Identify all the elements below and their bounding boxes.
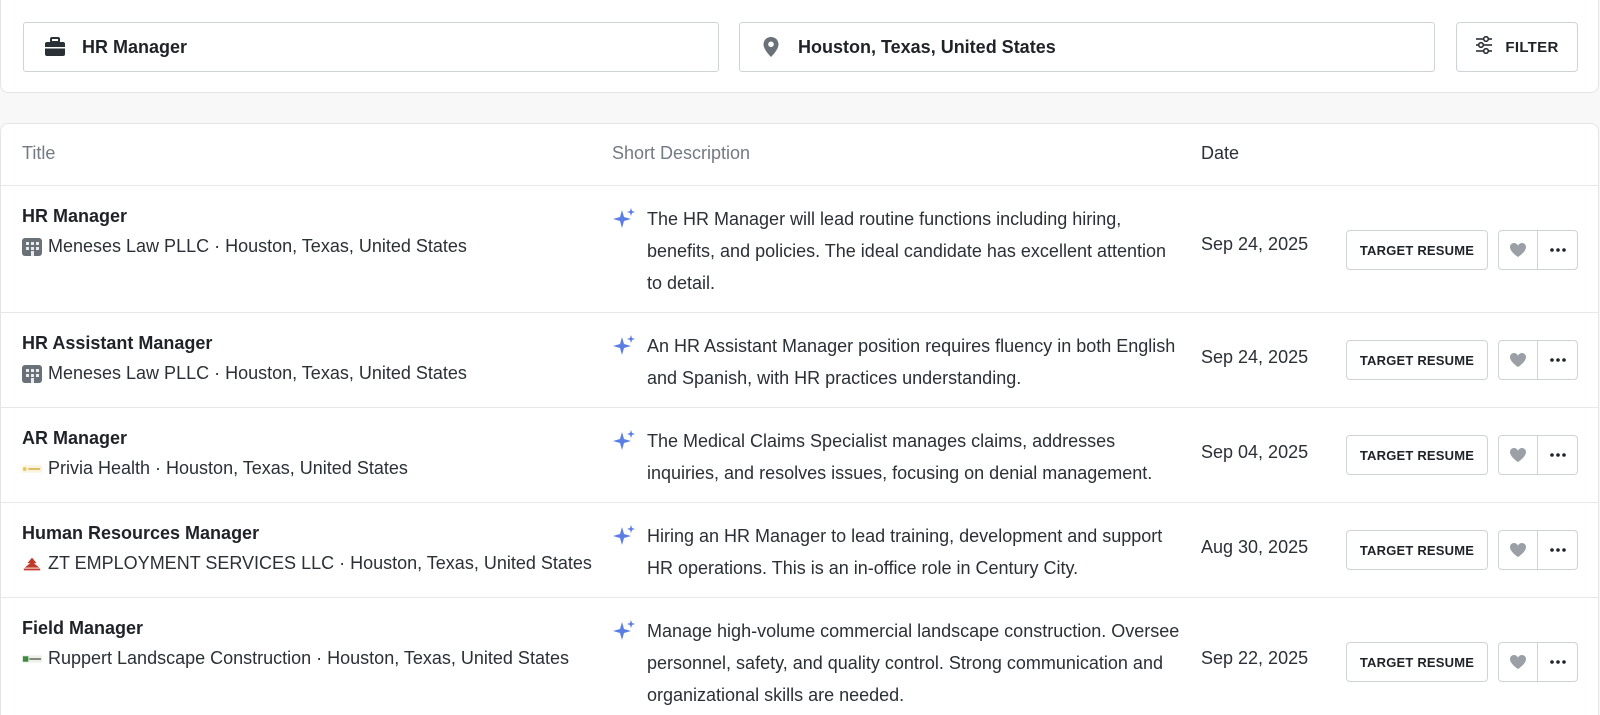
company-location: ZT EMPLOYMENT SERVICES LLC · Houston, Te…	[48, 553, 592, 573]
posted-date: Sep 24, 2025	[1201, 347, 1309, 367]
column-header-description: Short Description	[612, 143, 751, 163]
map-pin-icon	[760, 36, 782, 58]
table-row[interactable]: AR Manager Privia Health · Houston, Texa…	[1, 408, 1598, 503]
sparkle-icon	[612, 524, 636, 548]
target-resume-button[interactable]: TARGET RESUME	[1346, 340, 1488, 380]
table-header: Title Short Description Date	[1, 124, 1598, 186]
location-search-field[interactable]	[739, 22, 1435, 72]
heart-icon[interactable]	[1499, 643, 1539, 681]
target-resume-button[interactable]: TARGET RESUME	[1346, 230, 1488, 270]
job-title[interactable]: Field Manager	[22, 618, 143, 639]
short-description: An HR Assistant Manager position require…	[647, 336, 1176, 388]
sliders-icon	[1475, 35, 1493, 58]
job-title[interactable]: HR Assistant Manager	[22, 333, 212, 354]
row-actions	[1498, 435, 1578, 475]
column-header-title: Title	[22, 143, 56, 163]
company-line: Meneses Law PLLC · Houston, Texas, Unite…	[22, 363, 467, 384]
table-row[interactable]: Human Resources Manager ZT EMPLOYMENT SE…	[1, 503, 1598, 598]
column-header-date: Date	[1201, 143, 1240, 163]
short-description: Hiring an HR Manager to lead training, d…	[647, 526, 1163, 578]
sparkle-icon	[612, 207, 636, 231]
target-resume-button[interactable]: TARGET RESUME	[1346, 530, 1488, 570]
job-title[interactable]: Human Resources Manager	[22, 523, 259, 544]
job-title[interactable]: HR Manager	[22, 206, 127, 227]
sparkle-icon	[612, 334, 636, 358]
short-description: Manage high-volume commercial landscape …	[647, 621, 1180, 705]
posted-date: Sep 22, 2025	[1201, 648, 1309, 668]
posted-date: Aug 30, 2025	[1201, 537, 1309, 557]
privia-logo	[22, 460, 42, 478]
filter-button[interactable]: FILTER	[1456, 22, 1578, 72]
table-row[interactable]: Field Manager Ruppert Landscape Construc…	[1, 598, 1598, 715]
posted-date: Sep 04, 2025	[1201, 442, 1309, 462]
more-options-icon[interactable]	[1538, 531, 1577, 569]
short-description: The Medical Claims Specialist manages cl…	[647, 431, 1153, 483]
row-actions	[1498, 642, 1578, 682]
posted-date: Sep 24, 2025	[1201, 234, 1309, 254]
building-icon	[22, 364, 42, 383]
heart-icon[interactable]	[1499, 231, 1539, 269]
company-location: Meneses Law PLLC · Houston, Texas, Unite…	[48, 363, 467, 383]
heart-icon[interactable]	[1499, 436, 1539, 474]
company-line: Ruppert Landscape Construction · Houston…	[22, 648, 569, 669]
company-location: Meneses Law PLLC · Houston, Texas, Unite…	[48, 236, 467, 256]
more-options-icon[interactable]	[1538, 436, 1577, 474]
briefcase-icon	[44, 36, 66, 58]
more-options-icon[interactable]	[1538, 643, 1577, 681]
row-actions	[1498, 530, 1578, 570]
heart-icon[interactable]	[1499, 531, 1539, 569]
more-options-icon[interactable]	[1538, 231, 1577, 269]
sparkle-icon	[612, 429, 636, 453]
table-row[interactable]: HR Assistant Manager Meneses Law PLLC · …	[1, 313, 1598, 408]
filter-label: FILTER	[1505, 38, 1559, 56]
location-search-input[interactable]	[798, 36, 1398, 58]
company-line: ZT EMPLOYMENT SERVICES LLC · Houston, Te…	[22, 553, 592, 574]
sparkle-icon	[612, 619, 636, 643]
job-search-field[interactable]	[23, 22, 719, 72]
heart-icon[interactable]	[1499, 341, 1539, 379]
zt-logo	[22, 555, 42, 573]
ruppert-logo	[22, 650, 42, 668]
row-actions	[1498, 340, 1578, 380]
company-line: Privia Health · Houston, Texas, United S…	[22, 458, 408, 479]
row-actions	[1498, 230, 1578, 270]
target-resume-button[interactable]: TARGET RESUME	[1346, 435, 1488, 475]
search-panel: FILTER	[0, 0, 1599, 93]
company-line: Meneses Law PLLC · Houston, Texas, Unite…	[22, 236, 467, 257]
target-resume-button[interactable]: TARGET RESUME	[1346, 642, 1488, 682]
more-options-icon[interactable]	[1538, 341, 1577, 379]
job-title[interactable]: AR Manager	[22, 428, 127, 449]
results-table: Title Short Description Date HR Manager …	[0, 123, 1599, 715]
company-location: Ruppert Landscape Construction · Houston…	[48, 648, 569, 668]
short-description: The HR Manager will lead routine functio…	[647, 209, 1167, 293]
job-search-input[interactable]	[82, 36, 682, 58]
table-row[interactable]: HR Manager Meneses Law PLLC · Houston, T…	[1, 186, 1598, 313]
company-location: Privia Health · Houston, Texas, United S…	[48, 458, 408, 478]
building-icon	[22, 237, 42, 256]
